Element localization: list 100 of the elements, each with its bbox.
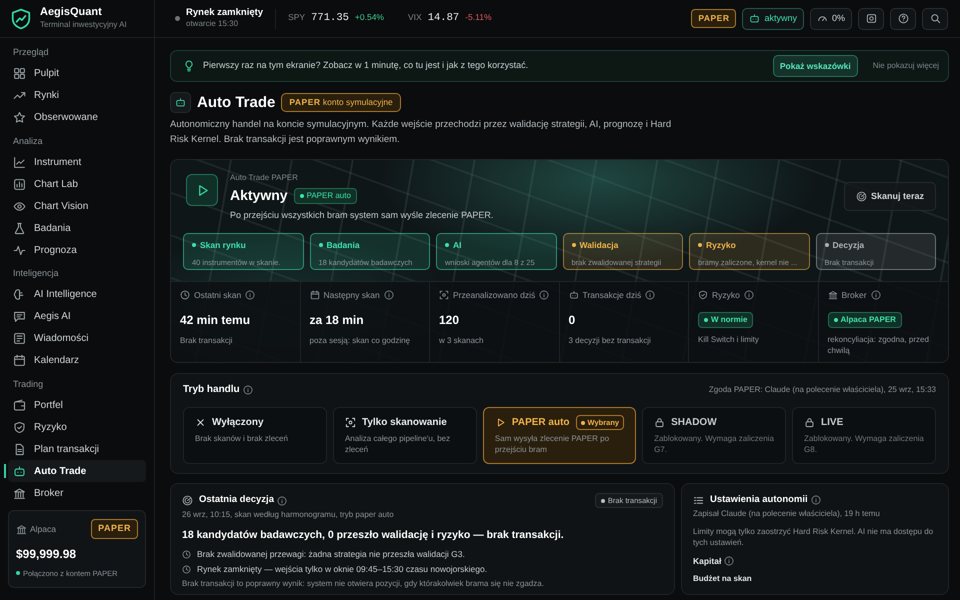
trade-mode-option[interactable]: Wyłączony Brak skanów i brak zleceń: [183, 407, 327, 464]
trade-mode-option[interactable]: Tylko skanowanie Analiza całego pipeline'u, bez zleceń: [332, 407, 477, 464]
stat-label: Następny skan: [324, 288, 380, 302]
sidebar-item[interactable]: Broker: [8, 482, 146, 504]
paper-badge: PAPER: [91, 519, 138, 539]
lock-icon: [804, 417, 816, 428]
sidebar-item[interactable]: Obserwowane: [8, 106, 146, 128]
app-title: AegisQuant: [40, 6, 103, 20]
sidebar-item[interactable]: Kalendarz: [8, 350, 146, 372]
info-icon: [724, 556, 734, 566]
status-badge: PAPER auto: [294, 188, 357, 204]
info-icon: [242, 384, 253, 395]
autonomy-meta: Zapisał Claude (na polecenie właściciela), 19 h temu: [693, 508, 881, 520]
exposure-button[interactable]: 0%: [810, 8, 852, 30]
flask-icon: [13, 222, 26, 234]
ticker-symbol: SPY: [288, 10, 306, 24]
consent-note: Zgoda PAPER: Claude (na polecenie właściciela), 25 wrz, 15:33: [708, 384, 936, 396]
clock-icon: [182, 564, 191, 574]
ticker-symbol: VIX: [408, 10, 422, 24]
radar-icon: [856, 191, 867, 202]
market-opening-time: otwarcie 15:30: [186, 18, 240, 30]
sidebar-item[interactable]: Wiadomości: [8, 328, 146, 350]
decision-meta: 26 wrz, 10:15, skan według harmonogramu, tryb paper auto: [182, 509, 395, 522]
section-title: Tryb handlu: [183, 383, 240, 398]
sidebar-item[interactable]: Prognoza: [8, 239, 146, 261]
ticker-change: -5.11%: [465, 10, 492, 24]
sidebar-item[interactable]: Aegis AI: [8, 306, 146, 328]
scan-now-button[interactable]: Skanuj teraz: [844, 182, 936, 212]
trade-mode-option[interactable]: LIVE Zablokowany. Wymaga zaliczenia G8.: [792, 407, 936, 464]
stat-label: Ryzyko: [712, 288, 740, 302]
show-tips-button[interactable]: Pokaż wskazówki: [772, 55, 858, 77]
robot-icon: [13, 464, 26, 478]
info-icon: [744, 290, 754, 300]
decision-reason: Rynek zamknięty — wejścia tylko w oknie 09:45–15:30 czasu nowojorskiego.: [197, 562, 488, 576]
calendar-icon: [13, 354, 26, 367]
list-icon: [693, 494, 704, 506]
stat-label: Ostatni skan: [194, 288, 242, 302]
mode-name: Tylko skanowanie: [362, 416, 447, 430]
sidebar-item[interactable]: Pulpit: [8, 62, 146, 84]
sidebar-item[interactable]: Rynki: [8, 84, 146, 106]
stage-name: Skan rynku: [192, 238, 294, 252]
stat-value: 42 min temu: [180, 312, 252, 329]
stat-badge: Alpaca PAPER: [828, 312, 902, 328]
scan-icon: [439, 290, 449, 300]
paper-account-badge: PAPER konto symulacyjne: [281, 93, 401, 112]
robot-icon: [749, 13, 760, 24]
pulse-icon: [13, 244, 26, 256]
stat-note: poza sesją: skan co godzinę: [310, 334, 412, 346]
info-icon: [645, 290, 656, 300]
search-button[interactable]: [922, 8, 948, 30]
autotrade-status-button[interactable]: aktywny: [742, 8, 804, 30]
help-button[interactable]: [890, 8, 916, 30]
screenshot-button[interactable]: [858, 8, 884, 30]
sidebar-item[interactable]: Badania: [8, 217, 146, 239]
banner-text: Pierwszy raz na tym ekranie? Zobacz w 1 minutę, co tu jest i jak z tego korzystać.: [203, 59, 528, 72]
sidebar-item[interactable]: Ryzyko: [8, 416, 146, 438]
decision-footnote: Brak transakcji to poprawny wynik: system nie otwiera pozycji, gdy którakolwiek brama się nie zgadza.: [182, 578, 545, 590]
sidebar-item[interactable]: Portfel: [8, 394, 146, 416]
page-description: Autonomiczny handel na koncie symulacyjnym. Każde wejście przechodzi przez walidację strategii, AI, prognozę i Hard Risk Kernel. Brak transakcji jest poprawnym wynikiem.: [170, 118, 672, 147]
broker-name: Alpaca: [30, 522, 56, 536]
ticker-value: 771.35: [311, 10, 349, 26]
trend-icon: [13, 89, 26, 102]
stage-name: Ryzyko: [698, 238, 800, 252]
dismiss-link[interactable]: Nie pokazuj więcej: [872, 59, 940, 73]
stat-note: 3 decyzji bez transakcji: [568, 334, 652, 346]
mode-name: LIVE: [821, 416, 844, 430]
wallet-icon: [13, 398, 26, 412]
robot-icon: [175, 97, 186, 108]
sidebar-item[interactable]: Plan transakcji: [8, 438, 146, 460]
sidebar-item[interactable]: Instrument: [8, 151, 146, 173]
field-label: Kapitał: [693, 554, 722, 568]
bank-icon: [16, 524, 27, 534]
stat-badge: W normie: [698, 312, 754, 328]
stat-note: Kill Switch i limity: [698, 334, 760, 345]
mode-name: PAPER auto: [512, 416, 570, 430]
radar-icon: [182, 495, 193, 506]
stat-value: 120: [439, 312, 460, 329]
sidebar-item[interactable]: Chart Vision: [8, 195, 146, 217]
stat-note: w 3 skanach: [439, 334, 484, 346]
stat-note: rekoncyliacja: zgodna, przed chwilą: [828, 334, 930, 356]
sidebar-item[interactable]: Chart Lab: [8, 173, 146, 195]
mode-description: Zablokowany. Wymaga zaliczenia G8.: [804, 434, 924, 456]
field-label: Budżet na skan: [693, 573, 753, 586]
grid-icon: [13, 67, 26, 80]
lightbulb-icon: [183, 60, 195, 72]
decision-headline: 18 kandydatów badawczych, 0 przeszło walidację i ryzyko — brak transakcji.: [182, 528, 565, 544]
sidebar-item[interactable]: AI Intelligence: [8, 284, 146, 306]
document-icon: [13, 442, 26, 456]
sidebar-section-title: Analiza: [13, 134, 44, 148]
eye-icon: [13, 200, 26, 212]
camera-icon: [866, 13, 876, 24]
info-icon: [539, 290, 550, 300]
scan-icon: [344, 417, 356, 428]
chat-icon: [13, 310, 26, 323]
mode-name: Wyłączony: [212, 416, 264, 430]
lock-icon: [654, 417, 666, 428]
trade-mode-option[interactable]: SHADOW Zablokowany. Wymaga zaliczenia G7.: [642, 407, 786, 464]
panel-subtitle: Po przejściu wszystkich bram system sam wyśle zlecenie PAPER.: [230, 209, 494, 222]
section-title: Ostatnia decyzja: [199, 493, 274, 508]
sidebar-section-title: Trading: [13, 378, 44, 391]
